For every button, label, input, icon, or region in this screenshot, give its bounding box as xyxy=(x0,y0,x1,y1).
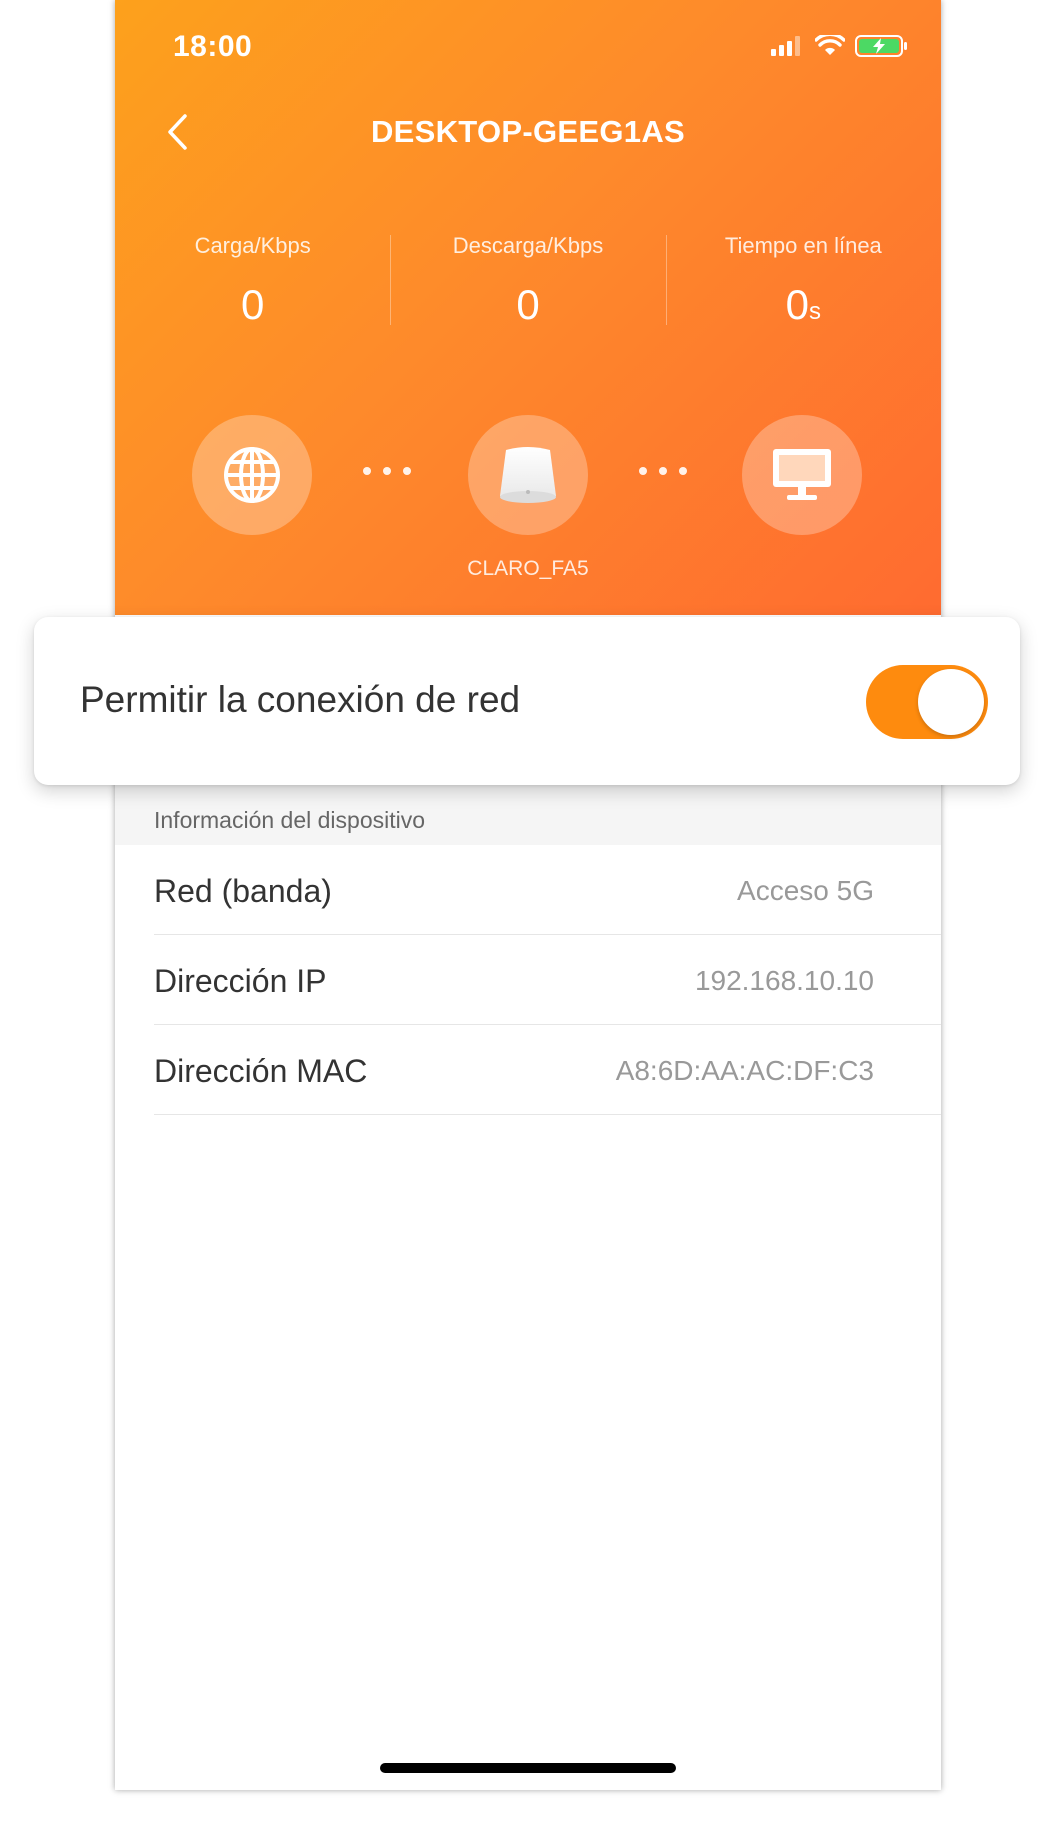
info-key: Dirección IP xyxy=(154,963,327,999)
stat-download-value: 0 xyxy=(516,281,540,328)
network-access-toggle[interactable] xyxy=(866,665,988,739)
stat-download: Descarga/Kbps 0 xyxy=(390,225,665,335)
router-name: CLARO_FA5 xyxy=(467,557,589,580)
stat-upload-label: Carga/Kbps xyxy=(194,233,311,258)
cellular-signal-icon xyxy=(771,36,800,56)
device-info-section-header: Información del dispositivo xyxy=(115,785,941,845)
status-icons xyxy=(771,34,909,58)
network-topology: CLARO_FA5 xyxy=(115,415,941,580)
stat-online-time-label: Tiempo en línea xyxy=(724,233,882,258)
globe-icon xyxy=(224,447,280,503)
page-title: DESKTOP-GEEG1AS xyxy=(370,114,685,149)
info-key: Dirección MAC xyxy=(154,1053,368,1089)
stat-online-time-value: 0s xyxy=(785,281,821,328)
device-info-list: Red (banda) Acceso 5G Dirección IP 192.1… xyxy=(115,845,941,1115)
navigation-bar: DESKTOP-GEEG1AS xyxy=(115,100,941,164)
info-value: 192.168.10.10 xyxy=(694,965,874,996)
connection-dots-right xyxy=(639,467,687,475)
network-access-label: Permitir la conexión de red xyxy=(80,679,521,720)
page: 18:00 DESKTOP-GEEG1AS Carga/Kbps 0 Desca… xyxy=(0,0,1056,1822)
status-time: 18:00 xyxy=(173,30,253,63)
client-device-node xyxy=(742,415,862,535)
home-indicator[interactable] xyxy=(380,1763,676,1773)
traffic-stats: Carga/Kbps 0 Descarga/Kbps 0 Tiempo en l… xyxy=(115,225,941,335)
stat-upload-value: 0 xyxy=(240,281,265,328)
device-header: 18:00 DESKTOP-GEEG1AS Carga/Kbps 0 Desca… xyxy=(115,0,941,615)
battery-charging-icon xyxy=(855,35,907,57)
info-row-mac: Dirección MAC A8:6D:AA:AC:DF:C3 xyxy=(154,1025,941,1115)
info-value: Acceso 5G xyxy=(737,875,874,906)
phone-screen: 18:00 DESKTOP-GEEG1AS Carga/Kbps 0 Desca… xyxy=(115,0,941,1790)
device-info-section-title: Información del dispositivo xyxy=(154,807,426,833)
wifi-icon xyxy=(815,35,845,55)
connection-dots-left xyxy=(363,467,411,475)
toggle-knob xyxy=(918,669,984,735)
info-row-ip: Dirección IP 192.168.10.10 xyxy=(154,935,941,1025)
info-value: A8:6D:AA:AC:DF:C3 xyxy=(615,1055,874,1086)
router-icon xyxy=(500,447,556,503)
status-bar: 18:00 xyxy=(115,0,941,100)
stat-download-label: Descarga/Kbps xyxy=(452,233,604,258)
stat-online-time: Tiempo en línea 0s xyxy=(665,225,941,335)
monitor-icon xyxy=(773,449,831,500)
info-key: Red (banda) xyxy=(154,873,332,909)
stat-online-time-unit: s xyxy=(809,298,821,325)
stat-upload: Carga/Kbps 0 xyxy=(115,225,390,335)
network-access-card: Permitir la conexión de red xyxy=(34,617,1020,785)
router-node xyxy=(468,415,588,535)
info-row-band: Red (banda) Acceso 5G xyxy=(154,845,941,935)
internet-node xyxy=(192,415,312,535)
